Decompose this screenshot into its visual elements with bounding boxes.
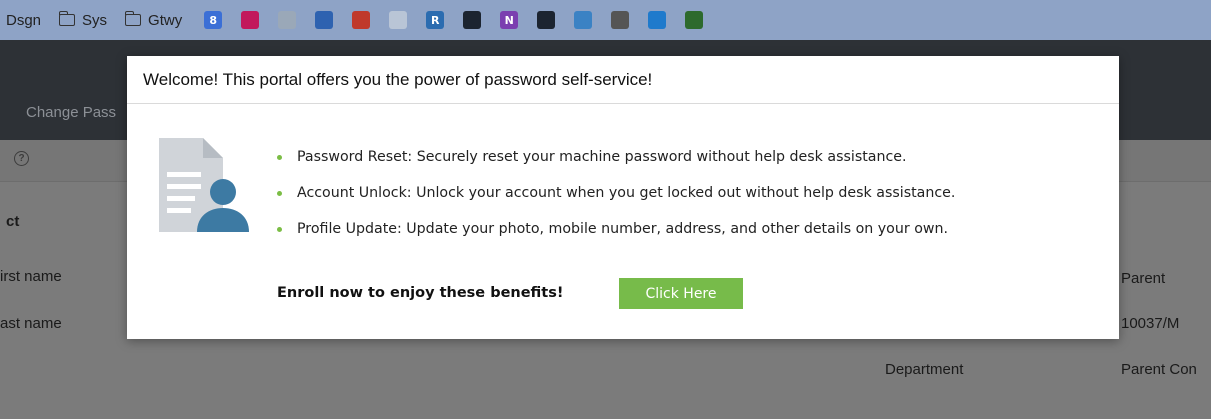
benefit-text: Account Unlock: Unlock your account when… (297, 185, 956, 201)
folder-icon (58, 11, 76, 26)
modal-divider (127, 103, 1119, 104)
bookmark-folder-gtwy[interactable]: Gtwy (124, 11, 183, 29)
profile-app-icon[interactable] (241, 11, 260, 29)
welcome-modal: Welcome! This portal offers you the powe… (127, 56, 1119, 339)
bookmark-folder-label: Gtwy (148, 11, 183, 29)
bullet-icon (277, 190, 282, 196)
parent-label: Parent (1121, 270, 1166, 287)
last-name-label: ast name (0, 315, 62, 332)
modal-title: Welcome! This portal offers you the powe… (143, 70, 653, 89)
exchange-icon[interactable] (648, 11, 667, 29)
bookmark-icons: 8 R N (204, 11, 722, 29)
benefit-text: Profile Update: Update your photo, mobil… (297, 221, 948, 237)
document-user-icon (159, 138, 249, 232)
globe-icon[interactable] (463, 11, 482, 29)
bookmark-folder-label: Sys (82, 11, 108, 29)
robot-icon[interactable] (278, 11, 297, 29)
benefits-list: Password Reset: Securely reset your mach… (277, 139, 955, 247)
benefit-text: Password Reset: Securely reset your mach… (297, 149, 907, 165)
list-item: Profile Update: Update your photo, mobil… (277, 211, 955, 247)
section-title: ct (6, 213, 20, 230)
globe-icon-2[interactable] (537, 11, 556, 29)
tab-change-password[interactable]: Change Pass (26, 104, 116, 121)
bullet-icon (277, 226, 282, 232)
onenote-icon[interactable]: N (500, 11, 519, 29)
bookmarks-bar: Dsgn Sys Gtwy 8 R N (0, 0, 1211, 40)
parent-con-label: Parent Con (1121, 361, 1197, 378)
calendar-icon[interactable]: 8 (204, 11, 223, 29)
parent-value: 10037/M (1121, 315, 1180, 332)
apple-icon[interactable] (611, 11, 630, 29)
grid-app-icon[interactable] (352, 11, 371, 29)
terminal-app-icon[interactable] (685, 11, 704, 29)
bookmark-folder-sys[interactable]: Sys (58, 11, 108, 29)
list-item: Account Unlock: Unlock your account when… (277, 175, 955, 211)
document-icon[interactable] (389, 11, 408, 29)
r-app-icon[interactable]: R (426, 11, 445, 29)
bookmark-dsgn[interactable]: Dsgn (6, 12, 41, 29)
enroll-text: Enroll now to enjoy these benefits! (277, 285, 564, 301)
list-item: Password Reset: Securely reset your mach… (277, 139, 955, 175)
click-here-button[interactable]: Click Here (619, 278, 743, 309)
department-label: Department (885, 361, 964, 378)
bullet-icon (277, 154, 282, 160)
form-icon[interactable] (315, 11, 334, 29)
folder-icon (124, 11, 142, 26)
first-name-label: irst name (0, 268, 62, 285)
puzzle-icon[interactable] (574, 11, 593, 29)
help-icon[interactable]: ? (14, 151, 29, 166)
